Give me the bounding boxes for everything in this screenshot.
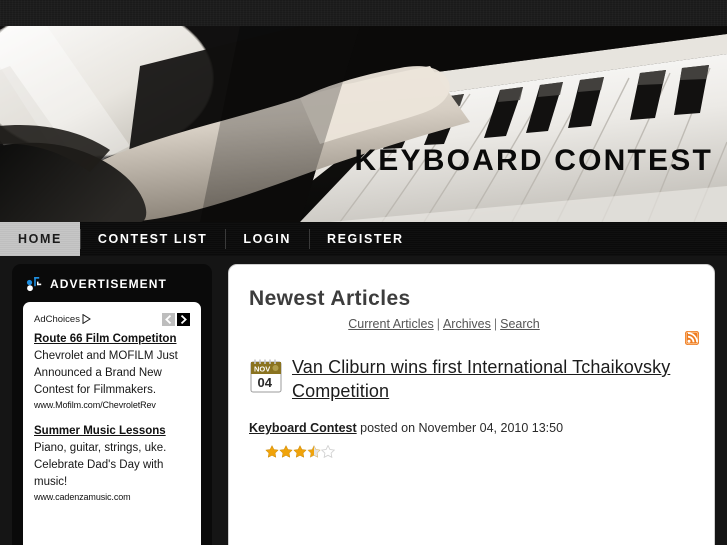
ad-entry-url: www.cadenzamusic.com [34,492,131,502]
ad-entry-title[interactable]: Route 66 Film Competiton [34,333,176,345]
ad-entry: Summer Music Lessons Piano, guitar, stri… [34,421,190,504]
star-icon-filled [293,445,307,458]
music-note-icon [26,277,42,292]
article-sublinks: Current Articles | Archives | Search [249,317,694,331]
ad-entry-title[interactable]: Summer Music Lessons [34,425,166,437]
rss-row [249,331,699,349]
site-banner: KEYBOARD CONTEST [0,26,727,222]
article-rating[interactable] [249,445,694,458]
ad-pager [162,312,190,326]
adchoices-control[interactable]: AdChoices [34,314,91,325]
nav-item-register[interactable]: REGISTER [308,222,422,256]
content-area: ADVERTISEMENT AdChoices Route 66 Film Co… [0,256,727,545]
chevron-right-icon [180,314,187,324]
sidebar: ADVERTISEMENT AdChoices Route 66 Film Co… [12,264,212,545]
top-strip [0,0,727,26]
sublink-separator: | [436,317,440,331]
star-icon-half [307,445,321,458]
star-icon-filled [279,445,293,458]
banner-title: KEYBOARD CONTEST [354,144,713,177]
article-posted-text: posted on November 04, 2010 13:50 [356,421,564,435]
nav-item-contest-list-label: CONTEST LIST [97,232,208,246]
ad-controls-row: AdChoices [34,312,190,326]
ad-next-button[interactable] [177,312,190,326]
link-search[interactable]: Search [500,317,540,331]
banner-piano-photo [0,26,727,222]
calendar-day-text: 04 [258,375,273,390]
rss-feed-icon[interactable] [685,331,699,345]
chevron-left-icon [165,314,172,324]
nav-item-login-label: LOGIN [243,232,291,246]
advertisement-box: AdChoices Route 66 Film Competiton Chevr… [23,302,201,545]
advertisement-header: ADVERTISEMENT [12,264,212,300]
article-byline: Keyboard Contest posted on November 04, … [249,421,694,435]
article-author-link[interactable]: Keyboard Contest [249,421,357,435]
star-icon-filled [265,445,279,458]
adchoices-triangle-icon [82,314,91,324]
calendar-icon: NOV 04 [250,359,282,393]
adchoices-label: AdChoices [34,313,80,325]
page-title: Newest Articles [249,287,411,310]
article-item: NOV 04 Van Cliburn wins first Internatio [249,355,694,403]
sublink-separator: | [493,317,498,331]
nav-item-login[interactable]: LOGIN [225,222,309,256]
nav-item-contest-list[interactable]: CONTEST LIST [79,222,225,256]
nav-item-home[interactable]: HOME [0,222,80,256]
ad-entry: Route 66 Film Competiton Chevrolet and M… [34,329,190,412]
page-root: KEYBOARD CONTEST HOME CONTEST LIST LOGIN… [0,0,727,545]
main-panel: Newest Articles Current Articles | Archive… [228,264,715,545]
ad-entry-description: Piano, guitar, strings, uke. Celebrate D… [34,442,167,488]
nav-item-register-label: REGISTER [326,232,404,246]
advertisement-label: ADVERTISEMENT [50,277,167,291]
nav-item-home-label: HOME [18,232,62,246]
calendar-month-text: NOV [254,365,270,374]
ad-entry-description: Chevrolet and MOFILM Just Announced a Br… [34,350,178,396]
link-current-articles[interactable]: Current Articles [348,317,433,331]
link-archives[interactable]: Archives [443,317,491,331]
main-navigation: HOME CONTEST LIST LOGIN REGISTER [0,222,727,256]
star-icon-empty [321,445,335,458]
ad-entry-url: www.Mofilm.com/ChevroletRev [34,400,156,410]
article-title-link[interactable]: Van Cliburn wins first International Tch… [292,355,694,403]
ad-prev-button[interactable] [162,312,175,326]
